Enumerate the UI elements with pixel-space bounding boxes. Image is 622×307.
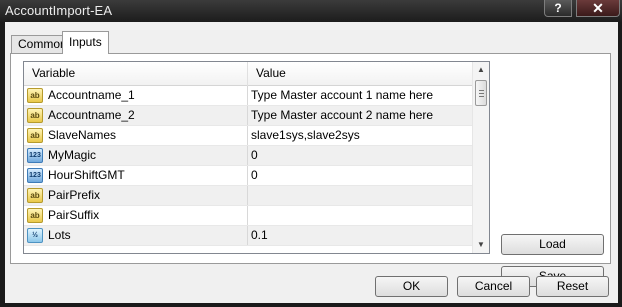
variable-name: HourShiftGMT (48, 166, 248, 185)
variable-name: Lots (48, 226, 248, 245)
table-row[interactable]: 123 HourShiftGMT 0 (24, 166, 472, 186)
reset-button[interactable]: Reset (536, 276, 609, 297)
variable-name: PairPrefix (48, 186, 248, 205)
vertical-scrollbar[interactable]: ▲ ▼ (472, 62, 489, 253)
dialog-client-area: Common Inputs Variable Value ab Accountn… (5, 22, 618, 303)
variable-name: Accountname_2 (48, 106, 248, 125)
integer-type-icon: 123 (27, 168, 43, 183)
table-row[interactable]: ab Accountname_1 Type Master account 1 n… (24, 86, 472, 106)
close-icon: ✕ (592, 0, 604, 16)
table-row[interactable]: ab Accountname_2 Type Master account 2 n… (24, 106, 472, 126)
column-header-variable[interactable]: Variable (24, 62, 248, 86)
variable-value[interactable] (251, 186, 471, 205)
table-row[interactable]: ab PairSuffix (24, 206, 472, 226)
table-header: Variable Value (24, 62, 472, 86)
column-header-value[interactable]: Value (248, 62, 472, 86)
string-type-icon: ab (27, 188, 43, 203)
tab-inputs[interactable]: Inputs (62, 31, 109, 54)
scroll-up-icon[interactable]: ▲ (473, 62, 489, 78)
window-title: AccountImport-EA (5, 3, 113, 18)
variable-name: MyMagic (48, 146, 248, 165)
string-type-icon: ab (27, 128, 43, 143)
string-type-icon: ab (27, 208, 43, 223)
double-type-icon: ½ (27, 228, 43, 243)
cancel-button[interactable]: Cancel (457, 276, 530, 297)
table-rows: ab Accountname_1 Type Master account 1 n… (24, 86, 472, 253)
variable-value[interactable]: 0 (251, 166, 471, 185)
variable-name: PairSuffix (48, 206, 248, 225)
table-row[interactable]: ab SlaveNames slave1sys,slave2sys (24, 126, 472, 146)
string-type-icon: ab (27, 108, 43, 123)
load-button[interactable]: Load (501, 234, 604, 255)
title-bar[interactable]: AccountImport-EA ? ✕ (0, 0, 622, 22)
variable-value[interactable]: 0 (251, 146, 471, 165)
variable-value[interactable] (251, 206, 471, 225)
variable-value[interactable]: 0.1 (251, 226, 471, 245)
table-row-partial[interactable] (24, 246, 472, 253)
inputs-table: Variable Value ab Accountname_1 Type Mas… (23, 61, 490, 254)
string-type-icon: ab (27, 88, 43, 103)
table-row[interactable]: 123 MyMagic 0 (24, 146, 472, 166)
variable-value[interactable]: Type Master account 2 name here (251, 106, 471, 125)
help-icon: ? (554, 1, 562, 15)
scroll-down-icon[interactable]: ▼ (473, 237, 489, 253)
ok-button[interactable]: OK (375, 276, 448, 297)
variable-value[interactable]: Type Master account 1 name here (251, 86, 471, 105)
help-button[interactable]: ? (544, 0, 572, 17)
integer-type-icon: 123 (27, 148, 43, 163)
variable-name: Accountname_1 (48, 86, 248, 105)
table-row[interactable]: ½ Lots 0.1 (24, 226, 472, 246)
table-row[interactable]: ab PairPrefix (24, 186, 472, 206)
variable-value[interactable]: slave1sys,slave2sys (251, 126, 471, 145)
scrollbar-thumb[interactable] (475, 80, 487, 106)
close-button[interactable]: ✕ (576, 0, 620, 17)
variable-name: SlaveNames (48, 126, 248, 145)
inputs-panel: Variable Value ab Accountname_1 Type Mas… (10, 53, 611, 287)
